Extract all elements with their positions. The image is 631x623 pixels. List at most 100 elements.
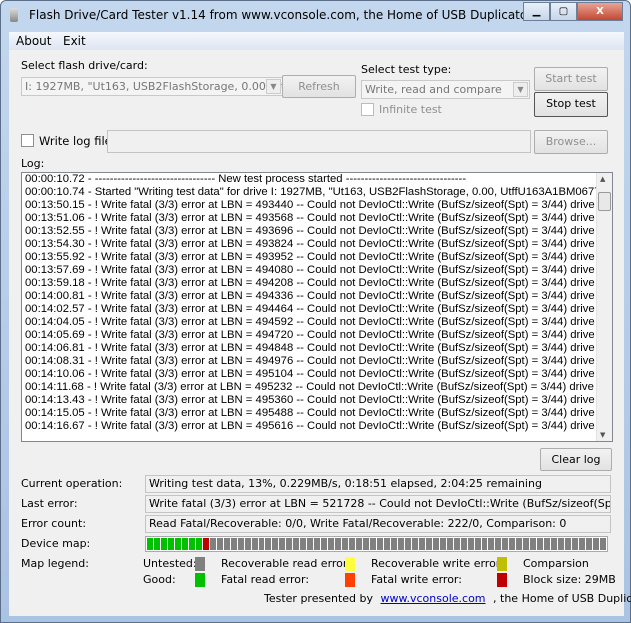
error-count-value: Read Fatal/Recoverable: 0/0, Write Fatal… (145, 515, 611, 533)
legend-fatal-write: Fatal write error: (371, 573, 462, 586)
map-block-untested (572, 538, 579, 550)
write-log-checkbox[interactable] (21, 134, 34, 147)
map-block-untested (446, 538, 453, 550)
infinite-test-checkbox[interactable] (361, 103, 374, 116)
fatal-write-swatch (497, 573, 507, 587)
menu-about[interactable]: About (16, 34, 51, 48)
current-operation-label: Current operation: (21, 477, 123, 490)
vconsole-link[interactable]: www.vconsole.com (381, 592, 486, 605)
map-block-untested (495, 538, 502, 550)
map-block-untested (565, 538, 572, 550)
test-type-select[interactable]: Write, read and compare ▼ (361, 80, 530, 99)
rec-write-swatch (497, 557, 507, 571)
device-map (145, 536, 608, 552)
log-line: 00:14:10.06 - ! Write fatal (3/3) error … (25, 368, 595, 380)
log-line: 00:14:06.81 - ! Write fatal (3/3) error … (25, 342, 595, 354)
map-block-untested (537, 538, 544, 550)
map-block-untested (509, 538, 516, 550)
log-line: 00:13:52.55 - ! Write fatal (3/3) error … (25, 225, 595, 237)
log-scrollbar[interactable]: ▲ ▼ (596, 173, 612, 441)
log-line: 00:14:02.57 - ! Write fatal (3/3) error … (25, 303, 595, 315)
map-block-untested (579, 538, 586, 550)
log-line: 00:00:10.74 - Started "Writing test data… (25, 186, 608, 198)
test-type-label: Select test type: (361, 63, 452, 76)
map-block-good (147, 538, 153, 550)
infinite-test-label: Infinite test (379, 103, 442, 116)
map-block-untested (321, 538, 328, 550)
map-block-untested (523, 538, 530, 550)
map-block-untested (342, 538, 349, 550)
map-block-untested (593, 538, 599, 550)
map-block-untested (279, 538, 286, 550)
map-block-untested (397, 538, 404, 550)
log-list[interactable]: 00:00:10.72 - --------------------------… (21, 172, 613, 442)
maximize-button[interactable]: ▢ (550, 2, 577, 21)
legend-good: Good: (143, 573, 176, 586)
drive-value: I: 1927MB, "Ut163, USB2FlashStorage, 0.0… (25, 80, 283, 93)
test-type-value: Write, read and compare (365, 83, 502, 96)
window-title: Flash Drive/Card Tester v1.14 from www.v… (29, 8, 533, 22)
minimize-button[interactable]: ▁ (523, 2, 550, 21)
legend-untested: Untested: (143, 557, 197, 570)
footer-post: , the Home of USB Duplicator. (493, 592, 631, 605)
start-test-button[interactable]: Start test (534, 67, 608, 91)
map-block-untested (237, 538, 244, 550)
browse-button[interactable]: Browse... (534, 130, 608, 154)
map-block-untested (209, 538, 216, 550)
refresh-button[interactable]: Refresh (282, 75, 356, 98)
log-line: 00:13:51.06 - ! Write fatal (3/3) error … (25, 212, 595, 224)
scroll-thumb[interactable] (598, 192, 611, 211)
log-line: 00:13:50.15 - ! Write fatal (3/3) error … (25, 199, 595, 211)
map-block-untested (418, 538, 425, 550)
usb-drive-icon (10, 8, 18, 22)
map-block-untested (474, 538, 481, 550)
map-block-untested (551, 538, 558, 550)
map-block-good (160, 538, 167, 550)
log-file-path-input[interactable] (107, 130, 531, 153)
map-block-untested (356, 538, 363, 550)
map-block-untested (258, 538, 265, 550)
log-line: 00:14:15.05 - ! Write fatal (3/3) error … (25, 407, 595, 419)
map-legend-label: Map legend: (21, 557, 89, 570)
log-line: 00:14:13.43 - ! Write fatal (3/3) error … (25, 394, 595, 406)
map-block-untested (530, 538, 537, 550)
clear-log-button[interactable]: Clear log (540, 448, 612, 471)
client-area: Select flash drive/card: I: 1927MB, "Ut1… (9, 50, 631, 616)
stop-test-button[interactable]: Stop test (534, 92, 608, 117)
map-block-fatal-write (202, 538, 209, 550)
scroll-down-icon[interactable]: ▼ (600, 431, 605, 439)
legend-fatal-read: Fatal read error: (221, 573, 310, 586)
map-block-untested (272, 538, 279, 550)
map-block-untested (516, 538, 523, 550)
log-line: 00:13:54.30 - ! Write fatal (3/3) error … (25, 238, 595, 250)
map-block-untested (404, 538, 411, 550)
map-block-untested (251, 538, 258, 550)
map-block-untested (502, 538, 509, 550)
log-line: 00:14:04.05 - ! Write fatal (3/3) error … (25, 316, 595, 328)
legend-rec-write: Recoverable write error: (371, 557, 504, 570)
map-block-untested (363, 538, 369, 550)
map-block-untested (286, 538, 293, 550)
map-block-untested (460, 538, 467, 550)
last-error-value: Write fatal (3/3) error at LBN = 521728 … (145, 495, 611, 513)
map-block-untested (411, 538, 418, 550)
last-error-label: Last error: (21, 497, 78, 510)
legend-comparison: Comparsion (523, 557, 589, 570)
map-block-untested (223, 538, 230, 550)
map-block-untested (307, 538, 314, 550)
menu-exit[interactable]: Exit (63, 34, 86, 48)
current-operation-value: Writing test data, 13%, 0.229MB/s, 0:18:… (145, 475, 611, 493)
drive-select[interactable]: I: 1927MB, "Ut163, USB2FlashStorage, 0.0… (21, 77, 283, 96)
close-button[interactable]: X (577, 2, 623, 21)
map-block-untested (586, 538, 592, 550)
map-block-untested (216, 538, 223, 550)
good-swatch (195, 573, 205, 587)
log-line: 00:14:11.68 - ! Write fatal (3/3) error … (25, 381, 594, 393)
map-block-untested (244, 538, 251, 550)
scroll-up-icon[interactable]: ▲ (600, 175, 605, 183)
footer-pre: Tester presented by (264, 592, 374, 605)
map-block-untested (349, 538, 356, 550)
map-block-untested (439, 538, 446, 550)
map-block-untested (230, 538, 237, 550)
device-map-label: Device map: (21, 537, 91, 550)
